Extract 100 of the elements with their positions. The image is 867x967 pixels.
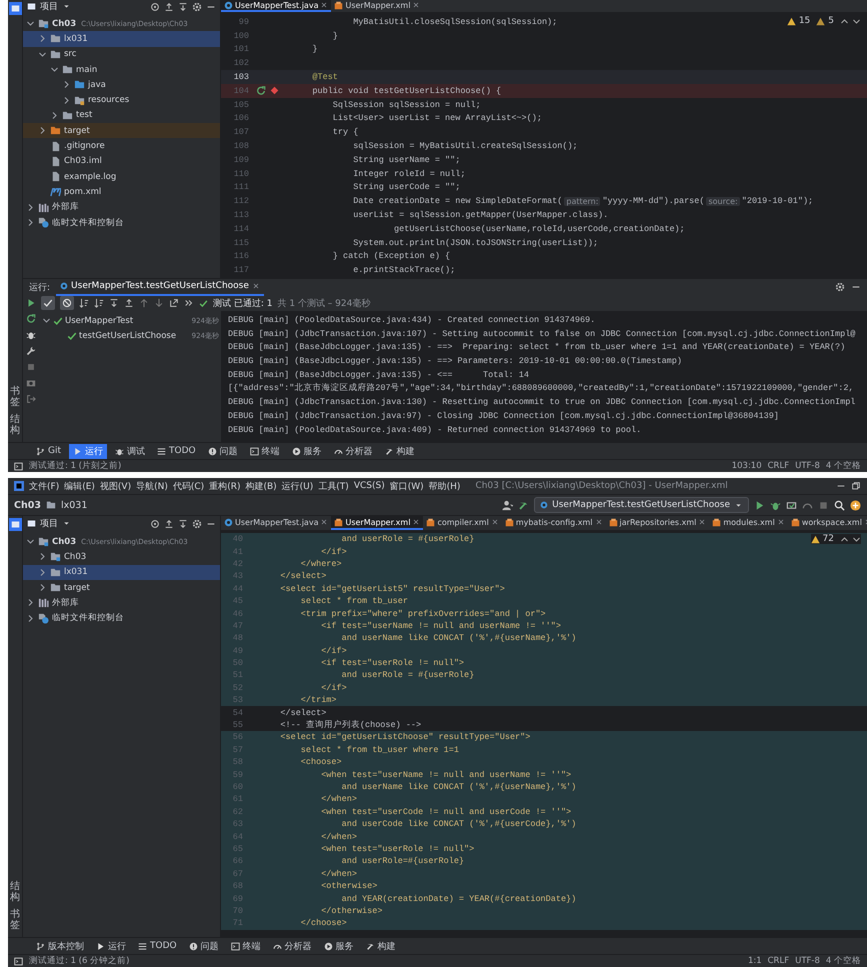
tree-item[interactable]: main — [23, 62, 220, 78]
exit-icon[interactable] — [26, 394, 36, 404]
editor-tab[interactable]: UserMapper.xml — [331, 516, 424, 530]
editor-tab[interactable]: modules.xml — [709, 516, 788, 530]
locate-icon[interactable] — [150, 2, 160, 12]
tree-item[interactable]: src — [23, 46, 220, 62]
tool-window-button[interactable]: 问题 — [204, 444, 242, 458]
editor-tab[interactable]: UserMapperTest.java — [221, 0, 332, 12]
tree-item[interactable]: Ch03 — [23, 549, 220, 565]
tool-window-button[interactable]: 调试 — [111, 444, 150, 458]
editor-tab[interactable]: mybatis-config.xml — [502, 516, 606, 530]
export-icon[interactable] — [169, 298, 179, 308]
tree-item[interactable]: java — [23, 77, 220, 92]
person-icon[interactable] — [502, 500, 514, 510]
rerun-icon[interactable] — [26, 314, 36, 324]
wrench-icon[interactable] — [26, 346, 36, 356]
coverage-icon[interactable] — [786, 500, 797, 510]
tree-item[interactable]: pom.xml — [23, 184, 220, 200]
close-icon[interactable] — [698, 518, 706, 526]
editor-tab[interactable]: UserMapper.xml — [331, 0, 424, 12]
close-icon[interactable] — [776, 518, 785, 526]
tool-window-button[interactable]: 版本控制 — [32, 938, 88, 954]
warning-count[interactable]: 5 — [828, 16, 834, 26]
tool-window-button[interactable]: TODO — [134, 940, 181, 952]
close-icon[interactable] — [252, 282, 260, 290]
tool-window-button[interactable]: 运行 — [92, 938, 130, 954]
tree-item[interactable]: 外部库 — [23, 595, 220, 610]
expand-all-icon[interactable] — [178, 518, 188, 528]
tool-window-button[interactable]: 问题 — [184, 938, 223, 954]
settings-icon[interactable] — [835, 282, 845, 292]
status-item[interactable]: 4 个空格 — [826, 460, 861, 472]
tool-window-button[interactable]: 运行 — [69, 444, 108, 458]
rerun-icon[interactable] — [256, 86, 266, 96]
tool-window-button[interactable]: 分析器 — [268, 938, 316, 954]
breadcrumb[interactable]: lx031 — [60, 500, 88, 510]
side-tool-tab[interactable]: 书签 — [10, 909, 20, 931]
breadcrumb[interactable]: Ch03 — [14, 500, 41, 510]
editor-tab[interactable]: workspace.xml — [788, 516, 867, 530]
chevron-right-icon[interactable] — [62, 80, 71, 90]
locate-icon[interactable] — [150, 518, 160, 528]
chevron-right-icon[interactable] — [26, 598, 35, 608]
collapse-all-icon[interactable] — [124, 298, 134, 308]
chevron-down-icon[interactable] — [852, 16, 861, 26]
chevron-right-icon[interactable] — [38, 34, 47, 44]
chevron-down-icon[interactable] — [38, 50, 47, 59]
more-icon[interactable] — [184, 298, 194, 308]
chevron-right-icon[interactable] — [26, 202, 35, 212]
tree-item[interactable]: lx031 — [23, 564, 220, 580]
close-icon[interactable] — [412, 1, 420, 9]
tree-item[interactable]: 外部库 — [23, 200, 220, 215]
chevron-down-icon[interactable] — [50, 65, 59, 74]
update-icon[interactable] — [850, 500, 861, 510]
bug-icon[interactable] — [26, 330, 36, 340]
search-icon[interactable] — [834, 500, 845, 510]
chevron-down-icon[interactable] — [42, 316, 51, 326]
editor-tab[interactable]: compiler.xml — [423, 516, 502, 530]
status-item[interactable]: CRLF — [768, 461, 790, 471]
menu-item[interactable]: 构建(B) — [245, 480, 277, 492]
status-item[interactable]: CRLF — [768, 956, 790, 966]
restore-icon[interactable] — [851, 481, 861, 491]
tool-window-button[interactable]: 构建 — [380, 444, 419, 458]
menu-item[interactable]: 重构(R) — [209, 480, 240, 492]
chevron-up-icon[interactable] — [840, 16, 849, 26]
chevron-right-icon[interactable] — [62, 96, 71, 105]
chevron-down-icon[interactable] — [26, 19, 35, 28]
sort-icon[interactable] — [79, 298, 89, 308]
menu-item[interactable]: 运行(U) — [282, 480, 314, 492]
tree-item[interactable]: 临时文件和控制台 — [23, 610, 220, 626]
warning-icon[interactable] — [786, 16, 796, 26]
expand-all-icon[interactable] — [178, 2, 188, 12]
chevron-down-icon[interactable] — [852, 534, 861, 544]
chevron-down-icon[interactable] — [26, 537, 35, 546]
stop-icon[interactable] — [818, 500, 829, 510]
chevron-right-icon[interactable] — [38, 552, 47, 562]
menu-item[interactable]: 文件(F) — [29, 480, 60, 492]
close-icon[interactable] — [412, 518, 420, 526]
tree-item[interactable]: 临时文件和控制台 — [23, 214, 220, 230]
tool-window-button[interactable]: 服务 — [320, 938, 358, 954]
tool-window-button[interactable]: 分析器 — [330, 444, 377, 458]
chevron-up-icon[interactable] — [840, 534, 849, 544]
status-item[interactable]: 4 个空格 — [826, 955, 861, 967]
tool-window-button[interactable]: 终端 — [226, 938, 265, 954]
status-item[interactable]: UTF-8 — [795, 461, 820, 471]
up-arrow-icon[interactable] — [139, 298, 149, 308]
tool-window-button[interactable]: 终端 — [246, 444, 284, 458]
settings-icon[interactable] — [192, 518, 202, 528]
show-ignored-toggle[interactable] — [60, 296, 74, 310]
side-tool-tab[interactable]: 书签 — [10, 386, 20, 408]
tree-item[interactable]: .gitignore — [23, 138, 220, 154]
menu-item[interactable]: 编辑(E) — [64, 480, 95, 492]
tree-item[interactable]: resources — [23, 92, 220, 108]
show-passed-toggle[interactable] — [41, 296, 55, 310]
chevron-right-icon[interactable] — [26, 218, 35, 227]
close-icon[interactable] — [594, 518, 603, 526]
chevron-right-icon[interactable] — [26, 614, 35, 623]
menu-item[interactable]: 视图(V) — [100, 480, 132, 492]
chevron-right-icon[interactable] — [38, 568, 47, 577]
warning-icon[interactable] — [816, 16, 826, 26]
side-tool-tab[interactable]: 结构 — [10, 881, 20, 903]
close-icon[interactable] — [320, 518, 328, 526]
